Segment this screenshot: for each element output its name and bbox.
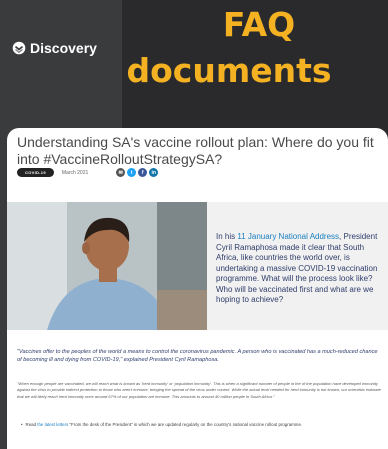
president-quote: "Vaccines offer to the peoples of the wo… [17,349,378,363]
bullet-dot-icon: • [21,422,23,427]
hero-photo [7,202,207,330]
share-buttons: ✉ t f in [116,168,159,177]
herd-immunity-paragraph: "When enough people are vaccinated, we w… [17,381,381,399]
twitter-icon[interactable]: t [127,168,137,177]
intro-prefix: In his [216,232,238,241]
article-hero: In his 11 January National Address, Pres… [7,202,388,330]
article-meta: COVID-19 March 2021 ✉ t f in [17,168,159,177]
article-intro: In his 11 January National Address, Pres… [216,232,382,306]
national-address-link[interactable]: 11 January National Address [237,232,339,241]
headline-line-2: documents [126,51,332,90]
read-more-bullet: • Read the latest letters "From the desk … [21,422,381,428]
person-looking-out-window-image [7,202,207,330]
category-tag[interactable]: COVID-19 [17,168,54,177]
article-title: Understanding SA's vaccine rollout plan:… [17,134,374,167]
discovery-logo-icon [12,41,26,55]
bullet-prefix: Read [25,422,38,427]
latest-letters-link[interactable]: the latest letters [37,422,68,427]
document-preview[interactable]: Understanding SA's vaccine rollout plan:… [7,128,388,449]
bullet-rest: "From the desk of the President" in whic… [68,422,303,427]
article-date: March 2021 [61,169,89,176]
intro-rest: , President Cyril Ramaphosa made it clea… [216,232,378,304]
email-icon[interactable]: ✉ [116,168,126,177]
headline-line-1: FAQ [222,5,296,44]
facebook-icon[interactable]: f [138,168,148,177]
faq-headline: FAQ documents [70,2,388,94]
linkedin-icon[interactable]: in [149,168,159,177]
